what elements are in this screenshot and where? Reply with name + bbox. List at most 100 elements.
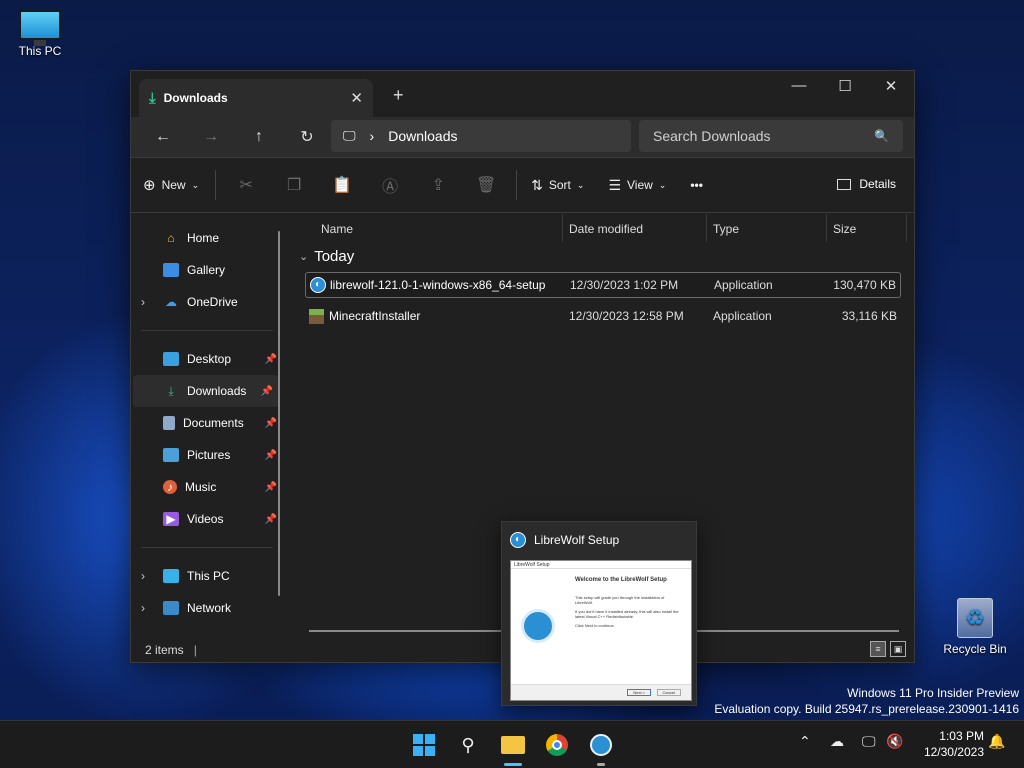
- more-options-button[interactable]: •••: [690, 178, 703, 192]
- chevron-right-icon[interactable]: ›: [141, 295, 145, 309]
- details-label: Details: [859, 177, 896, 191]
- network-icon[interactable]: 🖵: [862, 733, 876, 750]
- paste-icon[interactable]: 📋: [318, 175, 366, 195]
- minimize-button[interactable]: —: [776, 77, 822, 94]
- sidebar-item-downloads[interactable]: ⤓ Downloads 📌: [133, 375, 279, 407]
- thumb-footer: Next > Cancel: [511, 684, 691, 700]
- sidebar-item-network[interactable]: › Network: [131, 592, 283, 624]
- sidebar-item-this-pc[interactable]: › This PC: [131, 560, 283, 592]
- sidebar-item-documents[interactable]: Documents 📌: [131, 407, 283, 439]
- sort-label: Sort: [548, 178, 571, 192]
- sidebar-item-label: Home: [187, 231, 220, 245]
- command-bar: ⊕ New ⌄ ✂ ❐ 📋 Ⓐ ⇪ 🗑 ⇅ Sort ⌄ ☰ View ⌄ ••…: [131, 157, 914, 213]
- rename-icon[interactable]: Ⓐ: [366, 173, 414, 197]
- divider: [141, 547, 273, 548]
- cloud-offline-icon[interactable]: ☁: [830, 733, 844, 750]
- chevron-right-icon[interactable]: ›: [141, 569, 145, 583]
- share-icon[interactable]: ⇪: [414, 175, 462, 195]
- tab-downloads[interactable]: ⤓ Downloads ✕: [139, 79, 373, 117]
- column-header-type[interactable]: Type: [713, 222, 739, 236]
- tab-close-icon[interactable]: ✕: [350, 89, 363, 107]
- sidebar-item-label: Music: [185, 480, 217, 494]
- sidebar-item-label: Network: [187, 601, 232, 615]
- column-header-size[interactable]: Size: [833, 222, 856, 236]
- sidebar-item-label: OneDrive: [187, 295, 238, 309]
- sidebar-item-videos[interactable]: ▶ Videos 📌: [131, 503, 283, 535]
- sidebar-item-gallery[interactable]: Gallery: [131, 254, 283, 286]
- new-tab-button[interactable]: +: [393, 85, 404, 106]
- this-pc-desktop-icon[interactable]: This PC: [0, 10, 80, 58]
- chevron-down-icon: ⌄: [299, 251, 309, 263]
- column-separator[interactable]: [906, 214, 907, 242]
- taskbar-thumbnail-preview[interactable]: ◐ LibreWolf Setup LibreWolf Setup Welcom…: [501, 521, 697, 706]
- column-header-name[interactable]: Name: [321, 222, 353, 236]
- column-separator[interactable]: [706, 214, 707, 242]
- file-explorer-taskbar-icon[interactable]: [497, 729, 529, 766]
- pin-icon: 📌: [264, 513, 277, 525]
- file-size: 130,470 KB: [833, 278, 896, 292]
- breadcrumb-current[interactable]: Downloads: [388, 128, 457, 144]
- pin-icon: 📌: [260, 385, 273, 397]
- close-button[interactable]: ✕: [868, 77, 914, 95]
- sidebar-item-label: Downloads: [187, 384, 247, 398]
- delete-icon[interactable]: 🗑: [462, 175, 510, 195]
- chevron-up-icon[interactable]: ⌃: [799, 733, 811, 750]
- preview-thumbnail[interactable]: LibreWolf Setup Welcome to the LibreWolf…: [510, 560, 692, 701]
- sidebar-item-label: Videos: [187, 512, 224, 526]
- maximize-button[interactable]: ☐: [822, 77, 868, 95]
- title-bar: ⤓ Downloads ✕ + — ☐ ✕: [131, 71, 914, 117]
- chrome-taskbar-icon[interactable]: [541, 729, 573, 761]
- notification-bell-icon[interactable]: 🔔: [988, 733, 1005, 750]
- search-input[interactable]: Search Downloads 🔍: [639, 120, 903, 152]
- librewolf-taskbar-icon[interactable]: [585, 729, 617, 766]
- sidebar-scrollbar[interactable]: [278, 231, 280, 596]
- divider: |: [193, 642, 197, 657]
- view-button[interactable]: ☰ View ⌄: [608, 177, 666, 194]
- view-label: View: [627, 178, 653, 192]
- recycle-bin-desktop-icon[interactable]: ♻ Recycle Bin: [935, 598, 1015, 656]
- sort-button[interactable]: ⇅ Sort ⌄: [531, 177, 584, 194]
- download-icon: ⤓: [168, 384, 174, 398]
- file-row[interactable]: MinecraftInstaller 12/30/2023 12:58 PM A…: [305, 303, 901, 329]
- details-view-icon[interactable]: ≡: [870, 641, 886, 657]
- thumb-next-button: Next >: [627, 689, 651, 696]
- sidebar-item-onedrive[interactable]: › ☁ OneDrive: [131, 286, 283, 318]
- clock[interactable]: 1:03 PM 12/30/2023: [912, 728, 984, 760]
- copy-icon[interactable]: ❐: [270, 175, 318, 195]
- group-header-today[interactable]: ⌄ Today: [299, 248, 354, 265]
- network-icon: [163, 601, 179, 615]
- up-button[interactable]: ↑: [235, 128, 283, 146]
- back-button[interactable]: ←: [139, 128, 187, 146]
- new-button[interactable]: ⊕ New ⌄: [143, 176, 199, 194]
- sidebar-item-label: Documents: [183, 416, 244, 430]
- thumb-cancel-button: Cancel: [656, 689, 681, 696]
- refresh-button[interactable]: ↻: [283, 127, 331, 147]
- chevron-down-icon: ⌄: [658, 179, 667, 190]
- details-pane-button[interactable]: Details: [837, 177, 896, 191]
- sidebar-item-home[interactable]: ⌂ Home: [131, 222, 283, 254]
- file-size: 33,116 KB: [841, 309, 897, 323]
- address-bar[interactable]: 🖵 › Downloads: [331, 120, 631, 152]
- sidebar-item-pictures[interactable]: Pictures 📌: [131, 439, 283, 471]
- forward-button[interactable]: →: [187, 128, 235, 146]
- cut-icon[interactable]: ✂: [222, 175, 270, 195]
- breadcrumb-separator: ›: [369, 128, 375, 144]
- start-button[interactable]: [408, 729, 440, 761]
- large-icons-view-icon[interactable]: ▣: [890, 641, 906, 657]
- pin-icon: 📌: [264, 353, 277, 365]
- search-taskbar-icon[interactable]: ⚲: [452, 729, 484, 761]
- navigation-pane: ⌂ Home Gallery › ☁ OneDrive Desktop 📌 ⤓ …: [131, 214, 283, 639]
- column-separator[interactable]: [562, 214, 563, 242]
- librewolf-icon: ◐: [310, 277, 326, 293]
- new-label: New: [161, 178, 186, 192]
- sidebar-item-desktop[interactable]: Desktop 📌: [131, 343, 283, 375]
- column-header-date[interactable]: Date modified: [569, 222, 643, 236]
- column-separator[interactable]: [826, 214, 827, 242]
- volume-muted-icon[interactable]: 🔇: [886, 733, 903, 750]
- file-row[interactable]: ◐ librewolf-121.0-1-windows-x86_64-setup…: [305, 272, 901, 298]
- minecraft-icon: [309, 308, 324, 324]
- sidebar-item-label: This PC: [187, 569, 230, 583]
- sidebar-item-music[interactable]: ♪ Music 📌: [131, 471, 283, 503]
- this-pc-label: This PC: [18, 44, 62, 58]
- chevron-right-icon[interactable]: ›: [141, 601, 145, 615]
